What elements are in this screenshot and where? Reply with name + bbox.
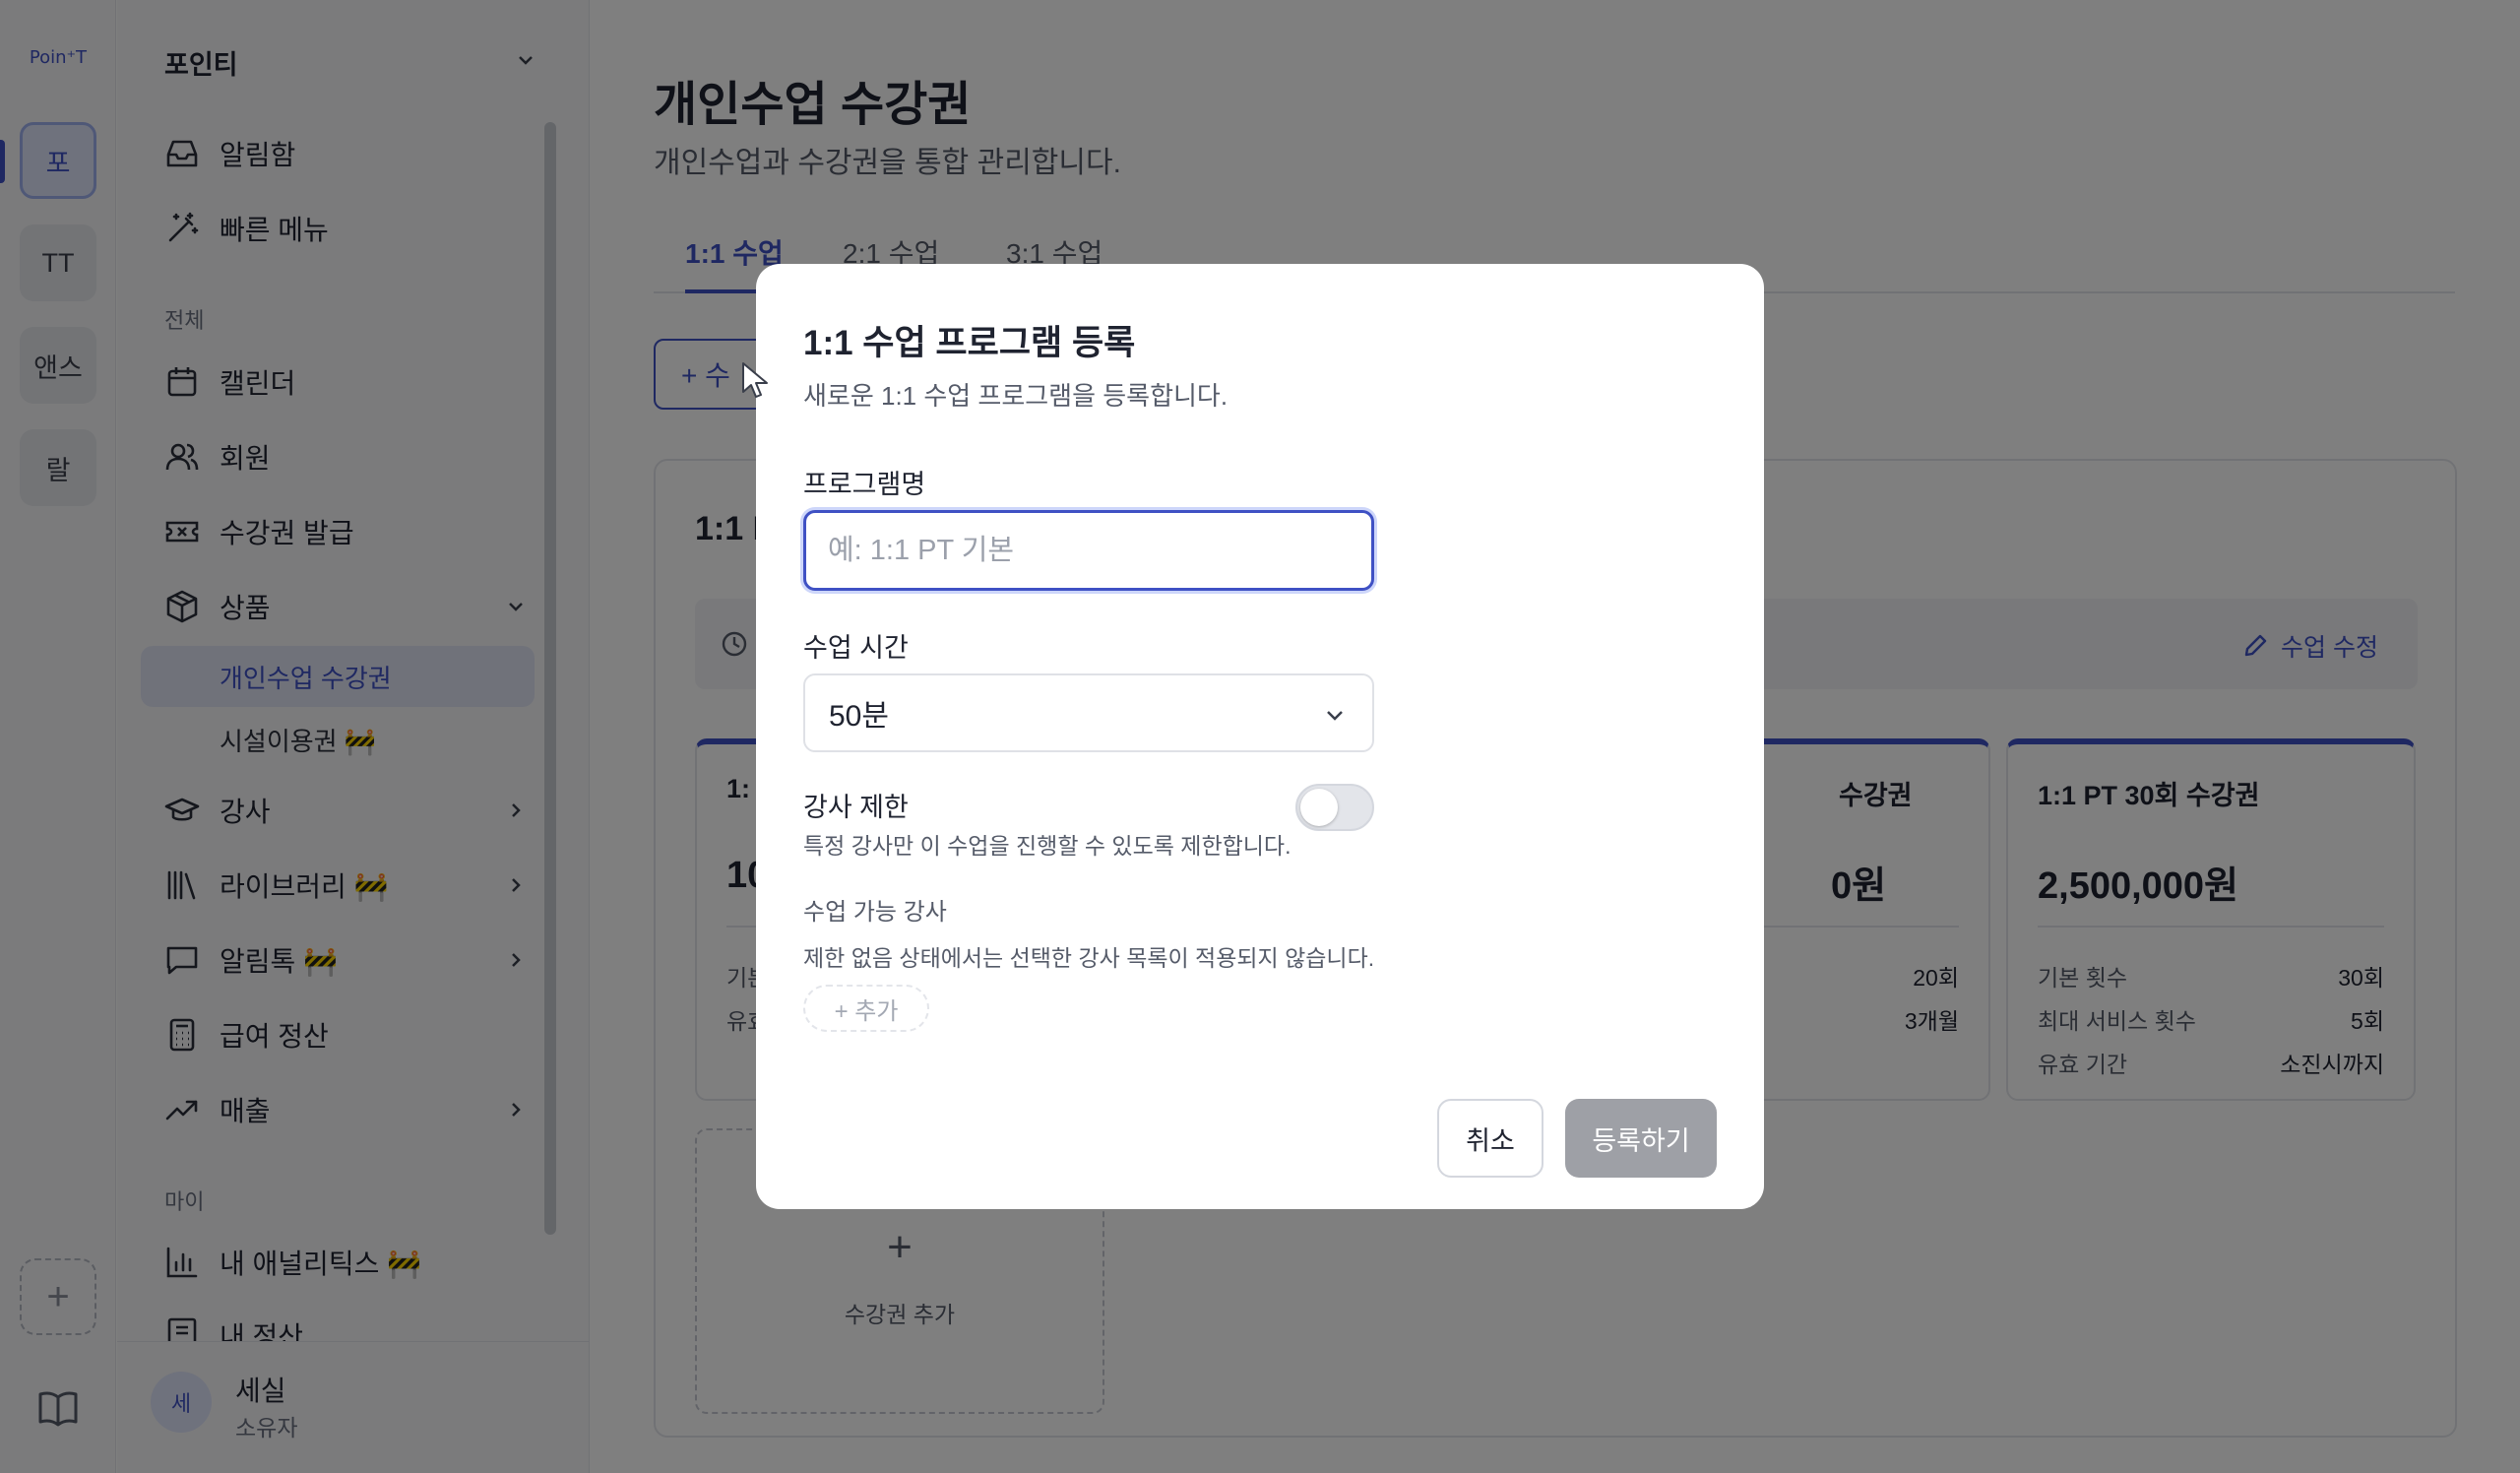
cancel-button[interactable]: 취소: [1437, 1099, 1544, 1178]
instructor-limit-toggle[interactable]: [1295, 784, 1374, 831]
modal-description: 새로운 1:1 수업 프로그램을 등록합니다.: [803, 381, 1228, 411]
modal-title: 1:1 수업 프로그램 등록: [803, 324, 1136, 362]
available-instructors-help: 제한 없음 상태에서는 선택한 강사 목록이 적용되지 않습니다.: [803, 945, 1375, 971]
program-name-input[interactable]: [803, 510, 1374, 591]
lesson-time-value: 50분: [829, 700, 889, 733]
register-button[interactable]: 등록하기: [1565, 1099, 1717, 1178]
available-instructors-label: 수업 가능 강사: [803, 899, 947, 926]
chevron-down-icon: [1327, 711, 1343, 721]
register-program-modal: 1:1 수업 프로그램 등록 새로운 1:1 수업 프로그램을 등록합니다. 프…: [756, 264, 1764, 1209]
lesson-time-select[interactable]: 50분: [803, 673, 1374, 752]
program-name-label: 프로그램명: [803, 470, 926, 499]
lesson-time-label: 수업 시간: [803, 633, 909, 663]
toggle-knob: [1300, 789, 1338, 826]
instructor-limit-label: 강사 제한: [803, 793, 909, 822]
instructor-limit-help: 특정 강사만 이 수업을 진행할 수 있도록 제한합니다.: [803, 833, 1292, 859]
mouse-cursor-icon: [742, 362, 768, 398]
add-instructor-button[interactable]: + 추가: [803, 985, 929, 1032]
